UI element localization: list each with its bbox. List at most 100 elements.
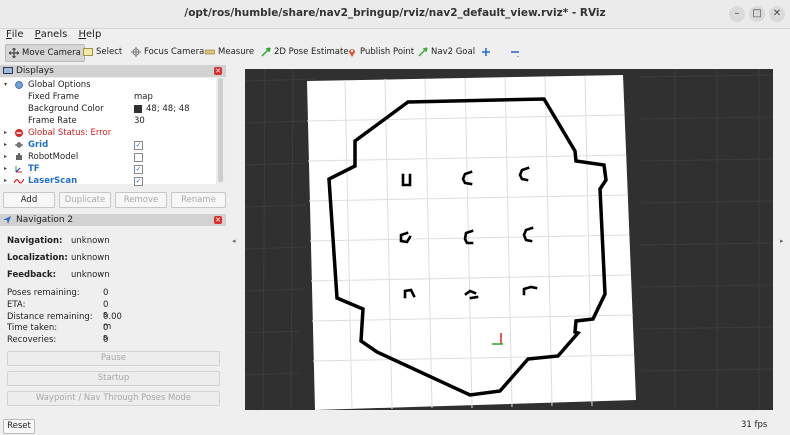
collapsed-arrow-icon[interactable]: ▸ bbox=[4, 139, 7, 151]
time-taken-row: Time taken: 0 s bbox=[7, 323, 108, 343]
grid-icon bbox=[15, 142, 23, 148]
ruler-icon bbox=[205, 49, 215, 55]
right-splitter-arrow-icon[interactable]: ▸ bbox=[780, 237, 784, 245]
minus-icon bbox=[511, 51, 519, 57]
add-tool-button[interactable] bbox=[481, 44, 491, 60]
left-splitter-arrow-icon[interactable]: ◂ bbox=[232, 237, 236, 245]
measure-tool[interactable]: Measure bbox=[205, 44, 254, 60]
focus-camera-tool[interactable]: Focus Camera bbox=[131, 44, 204, 60]
map-view[interactable] bbox=[245, 69, 773, 410]
robot-icon bbox=[16, 153, 22, 160]
laser-scan-checkbox[interactable]: ✓ bbox=[134, 177, 143, 186]
scrollbar-thumb[interactable] bbox=[218, 78, 223, 182]
minimize-button[interactable]: – bbox=[729, 6, 745, 22]
global-options-label: Global Options bbox=[28, 80, 91, 90]
poses-remaining-label: Poses remaining: bbox=[7, 288, 80, 298]
time-taken-label: Time taken: bbox=[7, 323, 58, 333]
nav2-goal-tool[interactable]: Nav2 Goal bbox=[418, 44, 475, 60]
focus-camera-icon bbox=[131, 47, 141, 57]
tree-row-global-status[interactable]: ▸ Global Status: Error bbox=[0, 127, 216, 139]
axes-icon bbox=[15, 166, 22, 173]
publish-point-label: Publish Point bbox=[360, 47, 415, 57]
menu-panels[interactable]: Panels bbox=[35, 28, 68, 40]
maximize-button[interactable]: □ bbox=[749, 6, 765, 22]
move-camera-label: Move Camera bbox=[22, 48, 81, 58]
displays-panel-header: Displays ✕ bbox=[0, 65, 226, 77]
goal-arrow-icon bbox=[418, 47, 428, 57]
close-window-button[interactable]: ✕ bbox=[769, 6, 785, 22]
robot-model-checkbox[interactable] bbox=[134, 153, 143, 162]
frame-rate-value[interactable]: 30 bbox=[134, 115, 145, 127]
waypoint-mode-button[interactable]: Waypoint / Nav Through Poses Mode bbox=[7, 391, 220, 406]
add-display-button[interactable]: Add bbox=[3, 192, 55, 208]
distance-remaining-label: Distance remaining: bbox=[7, 312, 93, 322]
collapsed-arrow-icon[interactable]: ▸ bbox=[4, 151, 7, 163]
menu-help[interactable]: Help bbox=[79, 28, 102, 40]
collapsed-arrow-icon[interactable]: ▸ bbox=[4, 175, 7, 187]
tree-row-background-color[interactable]: Background Color 48; 48; 48 bbox=[0, 103, 216, 115]
displays-title: Displays bbox=[16, 66, 54, 76]
localization-status-row: Localization: unknown bbox=[7, 253, 110, 263]
tree-row-robot-model[interactable]: ▸ RobotModel bbox=[0, 151, 216, 163]
background-color-label: Background Color bbox=[28, 104, 104, 114]
publish-point-tool[interactable]: Publish Point bbox=[347, 44, 414, 60]
tree-row-fixed-frame[interactable]: Fixed Frame map bbox=[0, 91, 216, 103]
displays-close-icon[interactable]: ✕ bbox=[214, 67, 222, 75]
green-arrow-icon bbox=[261, 47, 271, 57]
navigation-status-row: Navigation: unknown bbox=[7, 236, 110, 246]
select-tool[interactable]: Select bbox=[83, 44, 122, 60]
menu-file[interactable]: File bbox=[6, 28, 23, 40]
select-label: Select bbox=[96, 47, 123, 57]
color-swatch[interactable] bbox=[134, 105, 142, 113]
move-camera-tool[interactable]: Move Camera bbox=[5, 44, 85, 62]
title-bar: /opt/ros/humble/share/nav2_bringup/rviz/… bbox=[0, 0, 790, 29]
globe-icon bbox=[15, 81, 23, 89]
menu-bar: File Panels Help bbox=[0, 28, 790, 42]
navigation-close-icon[interactable]: ✕ bbox=[214, 216, 222, 224]
feedback-label: Feedback: bbox=[7, 270, 56, 280]
tree-row-grid[interactable]: ▸ Grid ✓ bbox=[0, 139, 216, 151]
navigation-value: unknown bbox=[71, 236, 110, 246]
navigation-icon bbox=[3, 216, 11, 224]
rename-display-button[interactable]: Rename bbox=[171, 192, 226, 208]
tf-checkbox[interactable]: ✓ bbox=[134, 165, 143, 174]
monitor-icon bbox=[3, 67, 13, 74]
pose-estimate-label: 2D Pose Estimate bbox=[274, 47, 349, 57]
nav2-goal-label: Nav2 Goal bbox=[431, 47, 476, 57]
grid-checkbox[interactable]: ✓ bbox=[134, 141, 143, 150]
global-status-label: Global Status: Error bbox=[28, 128, 112, 138]
navigation-panel-header: Navigation 2 ✕ bbox=[0, 214, 226, 226]
fixed-frame-value[interactable]: map bbox=[134, 91, 153, 103]
move-camera-icon bbox=[9, 48, 19, 58]
displays-tree: ▾ Global Options Fixed Frame map Backgro… bbox=[0, 78, 216, 187]
expanded-arrow-icon[interactable]: ▾ bbox=[4, 79, 7, 91]
navigation-label: Navigation: bbox=[7, 236, 63, 246]
collapsed-arrow-icon[interactable]: ▸ bbox=[4, 163, 7, 175]
feedback-status-row: Feedback: unknown bbox=[7, 270, 110, 280]
localization-value: unknown bbox=[71, 253, 110, 263]
tree-row-laser-scan[interactable]: ▸ LaserScan ✓ bbox=[0, 175, 216, 187]
error-icon bbox=[15, 129, 23, 137]
eta-label: ETA: bbox=[7, 300, 26, 310]
startup-button[interactable]: Startup bbox=[7, 371, 220, 386]
collapsed-arrow-icon[interactable]: ▸ bbox=[4, 127, 7, 139]
duplicate-display-button[interactable]: Duplicate bbox=[59, 192, 111, 208]
tree-row-tf[interactable]: ▸ TF ✓ bbox=[0, 163, 216, 175]
tree-row-frame-rate[interactable]: Frame Rate 30 bbox=[0, 115, 216, 127]
localization-label: Localization: bbox=[7, 253, 68, 263]
reset-button[interactable]: Reset bbox=[3, 419, 35, 434]
fixed-frame-label: Fixed Frame bbox=[28, 92, 80, 102]
background-color-value[interactable]: 48; 48; 48 bbox=[146, 103, 190, 115]
pause-button[interactable]: Pause bbox=[7, 351, 220, 366]
pose-estimate-tool[interactable]: 2D Pose Estimate bbox=[261, 44, 349, 60]
remove-tool-button[interactable] bbox=[510, 44, 520, 60]
grid-label: Grid bbox=[28, 140, 49, 150]
remove-display-button[interactable]: Remove bbox=[115, 192, 167, 208]
poses-remaining-value: 0 bbox=[103, 288, 109, 298]
displays-scrollbar[interactable] bbox=[216, 78, 225, 184]
recoveries-row: Recoveries: 0 bbox=[7, 335, 108, 345]
render-viewport[interactable] bbox=[245, 69, 773, 410]
tree-row-global-options[interactable]: ▾ Global Options bbox=[0, 79, 216, 91]
robot-model-label: RobotModel bbox=[28, 152, 79, 162]
laser-scan-label: LaserScan bbox=[28, 176, 78, 186]
